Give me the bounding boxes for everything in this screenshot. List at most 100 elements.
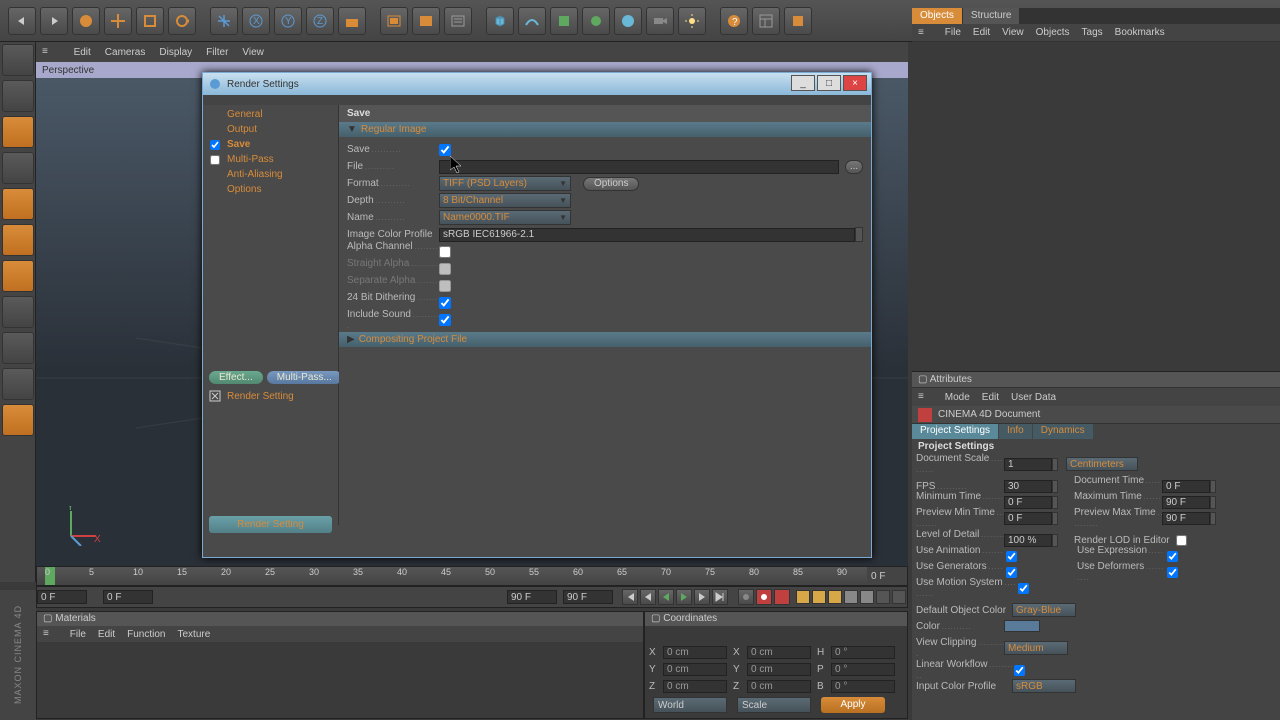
dialog-grip[interactable] [203, 95, 871, 105]
misc-toggle-2[interactable] [892, 590, 906, 604]
attr-menu-mode[interactable]: Mode [945, 392, 970, 403]
playback-end2-input[interactable] [563, 590, 613, 604]
om-menu-view[interactable]: View [1002, 27, 1024, 38]
keyframe-selection-button[interactable] [774, 589, 790, 605]
environment-button[interactable] [614, 7, 642, 35]
generator-button[interactable] [550, 7, 578, 35]
sidebar-item-general[interactable]: General [223, 109, 267, 120]
point-mode-button[interactable] [2, 188, 34, 220]
tab-objects[interactable]: Objects [912, 8, 962, 24]
color-profile-input[interactable] [439, 228, 855, 242]
rot-key-toggle[interactable] [828, 590, 842, 604]
z-axis-button[interactable]: Z [306, 7, 334, 35]
object-manager-area[interactable] [912, 42, 1280, 372]
snap-button[interactable] [2, 368, 34, 400]
dialog-titlebar[interactable]: Render Settings _ □ × [203, 73, 871, 95]
play-back-button[interactable] [658, 589, 674, 605]
y-axis-button[interactable]: Y [274, 7, 302, 35]
doc-time-input[interactable] [1162, 480, 1210, 493]
compositing-file-header[interactable]: ▶Compositing Project File [339, 332, 871, 347]
cube-primitive-button[interactable] [486, 7, 514, 35]
attr-menu-edit[interactable]: Edit [982, 392, 999, 403]
use-anim-checkbox[interactable] [1006, 551, 1017, 562]
select-tool[interactable] [72, 7, 100, 35]
coord-rot-input[interactable] [831, 663, 895, 676]
subtab-info[interactable]: Info [999, 424, 1032, 439]
playback-pos-input[interactable] [103, 590, 153, 604]
render-picture-button[interactable] [412, 7, 440, 35]
doc-scale-spinner[interactable] [1052, 458, 1058, 471]
min-time-input[interactable] [1004, 496, 1052, 509]
coord-sys-button[interactable] [338, 7, 366, 35]
rotate-tool[interactable] [168, 7, 196, 35]
record-key-button[interactable] [738, 589, 754, 605]
use-def-checkbox[interactable] [1167, 567, 1178, 578]
camera-button[interactable] [646, 7, 674, 35]
name-select[interactable]: Name0000.TIF▼ [439, 210, 571, 225]
sidebar-item-output[interactable]: Output [223, 124, 261, 135]
view-clip-select[interactable]: Medium [1004, 641, 1068, 655]
lod-input[interactable] [1004, 534, 1052, 547]
mat-menu-function[interactable]: Function [127, 629, 165, 640]
om-menu-bookmarks[interactable]: Bookmarks [1115, 27, 1165, 38]
dithering-checkbox[interactable] [439, 297, 451, 309]
om-menu-tags[interactable]: Tags [1082, 27, 1103, 38]
scale-tool[interactable] [136, 7, 164, 35]
goto-end-button[interactable] [712, 589, 728, 605]
def-color-select[interactable]: Gray-Blue [1012, 603, 1076, 617]
timeline-ruler[interactable]: 051015202530354045505560657075808590 [37, 567, 867, 585]
doc-scale-unit-select[interactable]: Centimeters [1066, 457, 1138, 471]
sidebar-item-multipass[interactable]: Multi-Pass [223, 154, 278, 165]
depth-select[interactable]: 8 Bit/Channel▼ [439, 193, 571, 208]
coord-rot-input[interactable] [831, 680, 895, 693]
mat-menu-edit[interactable]: Edit [98, 629, 115, 640]
subtab-dynamics[interactable]: Dynamics [1033, 424, 1093, 439]
multipass-button[interactable]: Multi-Pass... [267, 371, 342, 384]
sidebar-item-antialiasing[interactable]: Anti-Aliasing [223, 169, 287, 180]
file-browse-button[interactable]: ... [845, 160, 863, 174]
use-motion-checkbox[interactable] [1018, 583, 1029, 594]
autokey-button[interactable] [756, 589, 772, 605]
max-time-input[interactable] [1162, 496, 1210, 509]
min-time-spinner[interactable] [1052, 496, 1058, 509]
fps-input[interactable] [1004, 480, 1052, 493]
format-options-button[interactable]: Options [583, 177, 639, 191]
linear-wf-checkbox[interactable] [1014, 665, 1025, 676]
minimize-button[interactable]: _ [791, 75, 815, 91]
coord-pos-input[interactable] [663, 680, 727, 693]
om-menu-edit[interactable]: Edit [973, 27, 990, 38]
scale-key-toggle[interactable] [812, 590, 826, 604]
polygon-mode-button[interactable] [2, 260, 34, 292]
playback-end1-input[interactable] [507, 590, 557, 604]
make-editable-button[interactable] [2, 44, 34, 76]
prev-min-spinner[interactable] [1052, 512, 1058, 525]
light-button[interactable] [678, 7, 706, 35]
use-expr-checkbox[interactable] [1167, 551, 1178, 562]
coord-size-input[interactable] [747, 663, 811, 676]
attr-menu-userdata[interactable]: User Data [1011, 392, 1056, 403]
format-select[interactable]: TIFF (PSD Layers)▼ [439, 176, 571, 191]
misc-tool-button[interactable] [2, 404, 34, 436]
help-button[interactable]: ? [720, 7, 748, 35]
viewport-menu-view[interactable]: View [242, 47, 264, 58]
tab-structure[interactable]: Structure [963, 8, 1020, 24]
sidebar-item-save[interactable]: Save [223, 139, 254, 150]
use-gen-checkbox[interactable] [1006, 567, 1017, 578]
mat-menu-file[interactable]: File [70, 629, 86, 640]
fps-spinner[interactable] [1052, 480, 1058, 493]
axis-mode-button[interactable] [2, 152, 34, 184]
axis-all-button[interactable] [210, 7, 238, 35]
goto-start-button[interactable] [622, 589, 638, 605]
render-setting-row[interactable]: Render Setting [205, 388, 336, 404]
om-menu-objects[interactable]: Objects [1036, 27, 1070, 38]
render-settings-button[interactable] [444, 7, 472, 35]
doc-scale-input[interactable] [1004, 458, 1052, 471]
param-key-toggle[interactable] [844, 590, 858, 604]
pos-key-toggle[interactable] [796, 590, 810, 604]
subtab-project-settings[interactable]: Project Settings [912, 424, 998, 439]
next-frame-button[interactable] [694, 589, 710, 605]
sidebar-item-options[interactable]: Options [223, 184, 265, 195]
texture-mode-button[interactable] [2, 296, 34, 328]
play-button[interactable] [676, 589, 692, 605]
edge-mode-button[interactable] [2, 224, 34, 256]
